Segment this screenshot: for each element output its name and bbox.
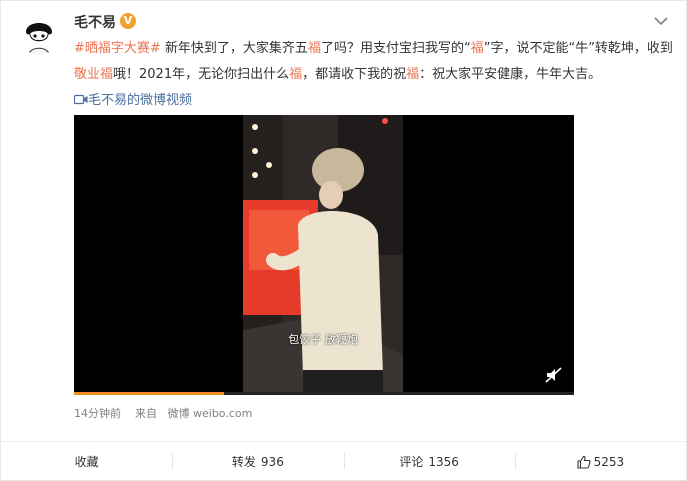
verified-badge-icon: V (120, 13, 136, 29)
comment-label: 评论 (399, 455, 424, 469)
repost-count: 936 (260, 454, 284, 469)
fu-highlight: 福 (470, 41, 484, 56)
post-source[interactable]: 微博 weibo.com (168, 407, 253, 420)
like-count: 5253 (593, 454, 625, 469)
like-button[interactable]: 5253 (514, 442, 686, 481)
comment-count: 1356 (428, 454, 459, 469)
post-text-segment: 新年快到了，大家集齐五 (160, 41, 308, 56)
chevron-down-icon[interactable] (652, 12, 670, 30)
thumbs-up-icon (577, 455, 591, 469)
post-text-segment: ：祝大家平安健康，牛年大吉。 (419, 67, 602, 82)
post-time[interactable]: 14分钟前 (74, 407, 121, 420)
repost-button[interactable]: 转发 936 (172, 442, 343, 481)
action-bar: 收藏 转发 936 评论 1356 5253 (1, 441, 686, 481)
video-link-label[interactable]: 毛不易的微博视频 (88, 93, 192, 108)
video-progress-bar[interactable] (74, 392, 574, 395)
post-text-segment: ”字，说不定能“牛”转乾坤，收到 (483, 41, 673, 56)
video-link[interactable]: 毛不易的微博视频 (73, 93, 192, 108)
video-camera-icon (73, 93, 88, 108)
avatar[interactable] (19, 15, 59, 55)
mute-icon[interactable] (544, 365, 564, 385)
video-progress-fill (74, 392, 224, 395)
post-meta: 14分钟前 来自 微博 weibo.com (74, 405, 252, 421)
source-prefix: 来自 (135, 407, 157, 420)
post-text-segment: 哦！2021年，无论你扫出什么 (113, 67, 290, 82)
hashtag-link[interactable]: #晒福字大赛# (74, 41, 161, 56)
fu-highlight: 福 (307, 41, 321, 56)
post-text: #晒福字大赛# 新年快到了，大家集齐五福了吗？用支付宝扫我写的“福”字，说不定能… (73, 36, 674, 114)
repost-label: 转发 (231, 455, 256, 469)
comment-button[interactable]: 评论 1356 (343, 442, 515, 481)
favorite-label: 收藏 (74, 455, 99, 469)
video-frame[interactable]: 包饺子 放鞭炮 (243, 115, 403, 395)
username[interactable]: 毛不易 (74, 12, 116, 32)
video-caption: 包饺子 放鞭炮 (288, 333, 358, 346)
video-player[interactable]: 包饺子 放鞭炮 (74, 115, 574, 395)
favorite-button[interactable]: 收藏 (1, 442, 172, 481)
post-text-segment: 了吗？用支付宝扫我写的“ (320, 41, 471, 56)
weibo-post-card: 毛不易 V #晒福字大赛# 新年快到了，大家集齐五福了吗？用支付宝扫我写的“福”… (0, 0, 687, 481)
fu-highlight: 福 (289, 67, 303, 82)
post-text-segment: ，都请收下我的祝 (302, 67, 407, 82)
fu-highlight: 福 (406, 67, 420, 82)
jingyefu-highlight: 敬业福 (74, 67, 114, 82)
